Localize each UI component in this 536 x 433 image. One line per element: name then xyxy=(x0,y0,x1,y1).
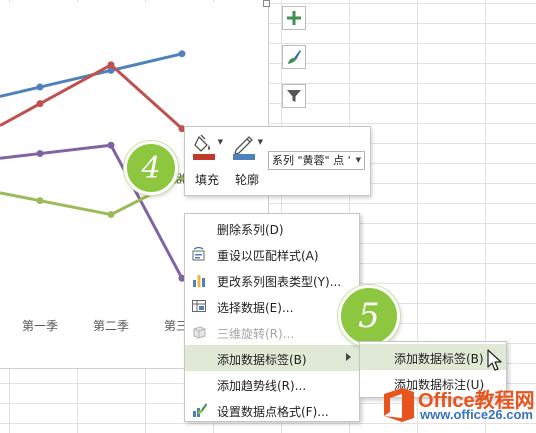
series-select[interactable]: 系列 "黄蓉" 点 ' ▼ xyxy=(268,151,365,170)
step-marker-4: 4 xyxy=(124,141,178,195)
menu-item-label: 添加趋势线(R)... xyxy=(217,379,307,393)
x-tick-label: 第二季 xyxy=(93,319,129,333)
data-point-s2-2[interactable] xyxy=(107,61,115,69)
data-point-s2-1[interactable] xyxy=(36,100,44,108)
data-point-s3-2[interactable] xyxy=(107,141,115,149)
menu-item-change-chart-type[interactable]: 更改系列图表类型(Y)... xyxy=(185,267,359,293)
menu-item-add-trendline[interactable]: 添加趋势线(R)... xyxy=(185,371,359,397)
pen-icon xyxy=(233,136,255,160)
paintbrush-icon xyxy=(288,50,301,64)
menu-item-format-data-point[interactable]: 设置数据点格式(F)... xyxy=(185,397,359,423)
paint-bucket-icon xyxy=(193,134,215,160)
3d-rotation-icon xyxy=(193,326,206,339)
format-data-point-icon xyxy=(193,403,207,417)
office-logo-icon xyxy=(384,388,414,422)
data-point-s1-3[interactable] xyxy=(178,50,186,58)
fill-button[interactable]: ▼ 填充 xyxy=(190,133,224,191)
chevron-right-icon xyxy=(346,353,351,361)
bar-chart-icon xyxy=(193,275,205,287)
context-menu: 删除系列(D) 重设以匹配样式(A) 更改系列图表类型(Y)... 选择数据(E… xyxy=(184,213,360,422)
chevron-down-icon: ▼ xyxy=(355,156,361,164)
step-number: 4 xyxy=(141,150,161,186)
plus-icon xyxy=(287,11,301,25)
data-point-s4-2[interactable] xyxy=(107,211,115,219)
series-select-value: 系列 "黄蓉" 点 ' xyxy=(272,154,351,167)
x-tick-label: 第一季 xyxy=(22,319,58,333)
menu-item-select-data[interactable]: 选择数据(E)... xyxy=(185,293,359,319)
filter-icon xyxy=(287,90,301,102)
menu-item-3d-rotation[interactable]: 三维旋转(R)... xyxy=(185,319,359,345)
data-point-s4-1[interactable] xyxy=(36,197,44,205)
data-point-s3-1[interactable] xyxy=(36,150,44,158)
menu-item-label: 删除系列(D) xyxy=(217,223,284,237)
series-line-2[interactable] xyxy=(0,63,184,130)
mouse-cursor-icon xyxy=(487,349,502,371)
submenu-item-label: 添加数据标签(B) xyxy=(394,352,484,366)
chart-resize-handle[interactable] xyxy=(263,0,270,7)
menu-item-label: 设置数据点格式(F)... xyxy=(217,405,329,419)
menu-item-label: 重设以匹配样式(A) xyxy=(217,249,319,263)
mini-toolbar: ▼ 填充 ▼ 轮廓 系列 "黄蓉" 点 ' ▼ xyxy=(184,126,371,196)
step-number: 5 xyxy=(358,296,380,336)
menu-item-reset-style[interactable]: 重设以匹配样式(A) xyxy=(185,241,359,267)
outline-button[interactable]: ▼ 轮廓 xyxy=(230,133,264,191)
menu-item-label: 选择数据(E)... xyxy=(217,301,294,315)
menu-item-label: 添加数据标签(B) xyxy=(217,353,307,367)
reset-style-icon xyxy=(192,246,205,261)
chart-elements-button[interactable] xyxy=(282,6,306,30)
menu-item-label: 更改系列图表类型(Y)... xyxy=(217,275,342,289)
select-data-icon xyxy=(192,300,206,312)
watermark: Office教程网 www.office26.com xyxy=(382,386,535,428)
menu-item-label: 三维旋转(R)... xyxy=(217,327,295,341)
chart-styles-button[interactable] xyxy=(282,45,306,69)
submenu-item-add-data-labels[interactable]: 添加数据标签(B) xyxy=(360,344,506,370)
menu-item-add-data-labels[interactable]: 添加数据标签(B) xyxy=(185,345,359,371)
watermark-url: www.office26.com xyxy=(420,407,533,422)
chart-filters-button[interactable] xyxy=(282,84,306,108)
outline-label: 轮廓 xyxy=(234,173,259,187)
menu-item-delete-series[interactable]: 删除系列(D) xyxy=(185,215,359,241)
fill-label: 填充 xyxy=(194,173,219,187)
data-point-s1-1[interactable] xyxy=(36,83,44,91)
step-marker-5: 5 xyxy=(338,285,400,347)
